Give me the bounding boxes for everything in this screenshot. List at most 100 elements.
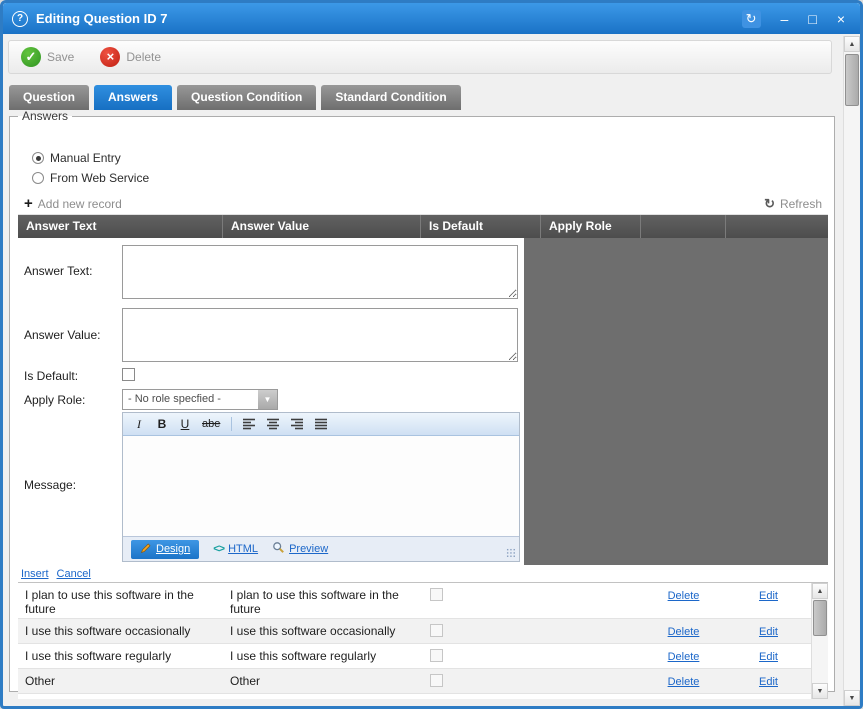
scroll-down-button[interactable]: ▼: [812, 683, 828, 699]
table-row: I use this software occasionally I use t…: [18, 619, 828, 644]
toolbar: ✓ Save × Delete: [8, 40, 832, 74]
window-scrollbar[interactable]: ▲ ▼: [843, 36, 860, 706]
add-new-record-label: Add new record: [38, 197, 122, 211]
delete-link[interactable]: Delete: [668, 676, 700, 688]
radio-from-web-service[interactable]: From Web Service: [32, 171, 149, 185]
cell-edit: Edit: [726, 583, 811, 618]
scroll-thumb[interactable]: [845, 54, 859, 106]
grid-command-bar: + Add new record ↻ Refresh: [18, 193, 828, 215]
save-label: Save: [47, 50, 74, 64]
pencil-icon: [140, 542, 152, 557]
answer-value-input[interactable]: [122, 308, 518, 362]
cell-answer-text: I use this software regularly: [18, 644, 223, 668]
radio-manual-entry-label: Manual Entry: [50, 151, 121, 165]
italic-button[interactable]: I: [133, 417, 145, 432]
radio-manual-entry[interactable]: Manual Entry: [32, 151, 121, 165]
tab-answers[interactable]: Answers: [94, 85, 172, 110]
is-default-checkbox: [430, 674, 443, 687]
delete-button[interactable]: × Delete: [100, 47, 161, 67]
scroll-up-button[interactable]: ▲: [812, 583, 828, 599]
preview-tab[interactable]: Preview: [272, 541, 328, 557]
design-tab[interactable]: Design: [131, 540, 199, 559]
cell-is-default: [421, 669, 541, 693]
cell-is-default: [421, 583, 541, 618]
delete-link[interactable]: Delete: [668, 626, 700, 638]
message-label: Message:: [24, 478, 76, 492]
window-refresh-button[interactable]: ↻: [742, 10, 761, 28]
insert-form: Answer Text: Answer Value: Is Default: A…: [18, 238, 524, 565]
html-icon: <>: [213, 543, 224, 555]
edit-link[interactable]: Edit: [759, 676, 778, 688]
refresh-button[interactable]: ↻ Refresh: [764, 196, 822, 212]
cell-apply-role: [541, 669, 641, 693]
edit-link[interactable]: Edit: [759, 626, 778, 638]
maximize-button[interactable]: □: [808, 10, 816, 28]
answers-groupbox: Answers Manual Entry From Web Service + …: [9, 109, 835, 692]
scroll-down-button[interactable]: ▼: [844, 690, 860, 706]
align-center-icon[interactable]: [267, 418, 280, 430]
groupbox-legend: Answers: [18, 109, 72, 123]
cell-answer-value: Other: [223, 669, 421, 693]
html-tab[interactable]: <> HTML: [213, 543, 258, 555]
cell-is-default: [421, 619, 541, 643]
editor-resize-grip[interactable]: [506, 548, 516, 558]
radio-unselected-icon: [32, 172, 44, 184]
is-default-label: Is Default:: [24, 369, 78, 383]
delete-icon: ×: [100, 47, 120, 67]
edit-link[interactable]: Edit: [759, 590, 778, 602]
apply-role-label: Apply Role:: [24, 393, 85, 407]
delete-link[interactable]: Delete: [668, 651, 700, 663]
is-default-checkbox: [430, 624, 443, 637]
underline-button[interactable]: U: [179, 417, 191, 431]
refresh-label: Refresh: [780, 197, 822, 211]
help-icon[interactable]: ?: [12, 11, 28, 27]
message-input[interactable]: [123, 436, 519, 536]
edit-link[interactable]: Edit: [759, 651, 778, 663]
tab-question[interactable]: Question: [9, 85, 89, 110]
editor-toolbar: I B U abe: [123, 413, 519, 436]
cell-answer-text: Other: [18, 669, 223, 693]
tab-question-condition[interactable]: Question Condition: [177, 85, 316, 110]
answer-text-input[interactable]: [122, 245, 518, 299]
column-header-edit: [726, 215, 828, 238]
save-button[interactable]: ✓ Save: [21, 47, 74, 67]
align-left-icon[interactable]: [243, 418, 256, 430]
save-icon: ✓: [21, 47, 41, 67]
apply-role-select[interactable]: - No role specfied - ▼: [122, 389, 278, 410]
is-default-checkbox: [430, 588, 443, 601]
scroll-thumb[interactable]: [813, 600, 827, 636]
insert-form-area: Answer Text: Answer Value: Is Default: A…: [18, 238, 828, 565]
column-header-answer-text[interactable]: Answer Text: [18, 215, 223, 238]
column-header-answer-value[interactable]: Answer Value: [223, 215, 421, 238]
column-header-delete: [641, 215, 726, 238]
insert-cancel-row: Insert Cancel: [18, 565, 828, 583]
scroll-up-button[interactable]: ▲: [844, 36, 860, 52]
cancel-link[interactable]: Cancel: [57, 568, 91, 580]
tab-standard-condition[interactable]: Standard Condition: [321, 85, 460, 110]
cell-edit: Edit: [726, 669, 811, 693]
toolbar-separator: [231, 417, 232, 431]
titlebar: ? Editing Question ID 7 ↻ – □ ×: [3, 3, 860, 34]
editor-mode-bar: Design <> HTML Preview: [123, 536, 519, 561]
rows-scrollbar[interactable]: ▲ ▼: [811, 583, 828, 699]
strikethrough-button[interactable]: abe: [202, 418, 220, 430]
align-justify-icon[interactable]: [315, 418, 328, 430]
message-editor: I B U abe: [122, 412, 520, 562]
delete-link[interactable]: Delete: [668, 590, 700, 602]
insert-link[interactable]: Insert: [21, 568, 49, 580]
column-header-is-default[interactable]: Is Default: [421, 215, 541, 238]
is-default-checkbox[interactable]: [122, 368, 135, 381]
grid-rows: I plan to use this software in the futur…: [18, 583, 828, 699]
cell-is-default: [421, 644, 541, 668]
column-header-apply-role[interactable]: Apply Role: [541, 215, 641, 238]
add-new-record-button[interactable]: + Add new record: [24, 197, 122, 211]
align-right-icon[interactable]: [291, 418, 304, 430]
cell-answer-value: I use this software occasionally: [223, 619, 421, 643]
bold-button[interactable]: B: [156, 417, 168, 431]
minimize-button[interactable]: –: [781, 10, 789, 28]
preview-tab-label: Preview: [289, 543, 328, 555]
close-button[interactable]: ×: [837, 10, 845, 28]
radio-from-web-service-label: From Web Service: [50, 171, 149, 185]
cell-apply-role: [541, 644, 641, 668]
delete-label: Delete: [126, 50, 161, 64]
